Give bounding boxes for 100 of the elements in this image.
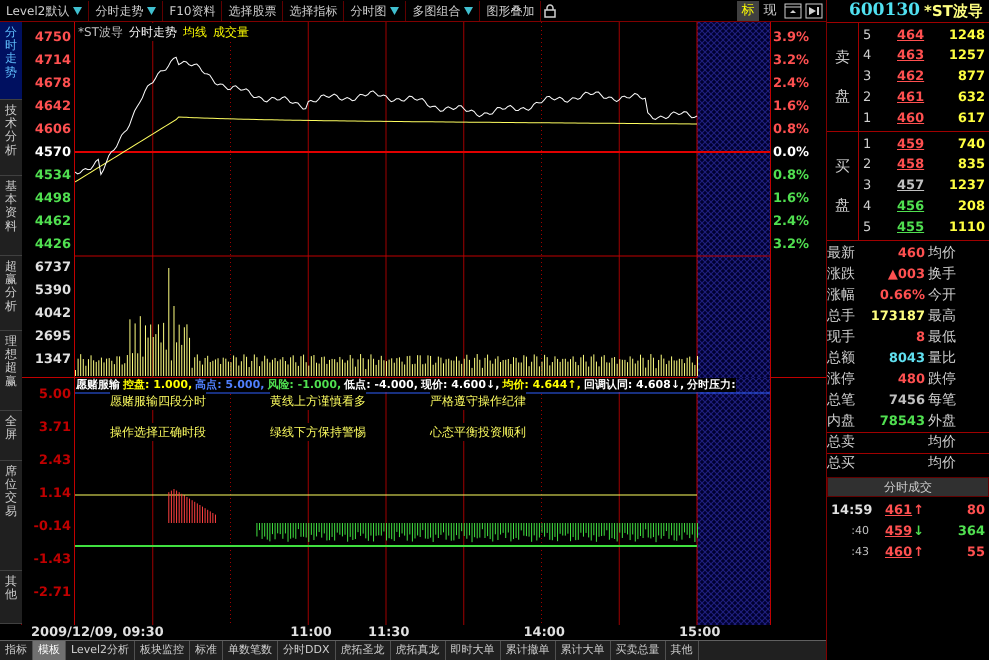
chart-title: *ST波导 — [78, 23, 123, 41]
indicator-label: -2.71 — [34, 584, 71, 602]
percent-label: 0.8% — [773, 121, 810, 139]
order-volume: 1237 — [948, 177, 985, 196]
stat-label: 最低 — [928, 328, 956, 347]
order-level: 1 — [862, 136, 872, 154]
indicator-label: 3.71 — [38, 419, 71, 437]
total-label: 均价 — [928, 454, 956, 474]
toolbar-button[interactable]: Level2默认 — [0, 0, 90, 20]
bottom-tab[interactable]: 虎拓圣龙 — [336, 641, 391, 660]
stat-label: 总笔 — [827, 390, 856, 410]
bottom-tab[interactable]: Level2分析 — [66, 641, 136, 660]
price-label: 4714 — [34, 52, 71, 70]
side-tab[interactable]: 超赢分析 — [0, 256, 22, 331]
bottom-tab[interactable]: 虎拓真龙 — [390, 641, 446, 660]
stat-label: 最高 — [928, 306, 956, 326]
mode-tab[interactable]: 标 — [737, 0, 759, 20]
percent-label: 3.9% — [773, 29, 810, 47]
tick-volume: 80 — [966, 502, 985, 520]
tick-arrow: ↓ — [913, 522, 924, 541]
bottom-tab[interactable]: 买卖总量 — [610, 641, 666, 660]
indicator-value: 控盘: 1.000, — [123, 378, 192, 392]
order-volume: 835 — [956, 156, 985, 174]
mode-tab[interactable]: 现 — [759, 0, 781, 20]
stat-value: 8 — [914, 328, 926, 347]
order-level: 4 — [862, 198, 872, 216]
strategy-note: 绿线下方保持警惕 — [270, 423, 366, 441]
bottom-tab[interactable]: 累计大单 — [556, 641, 611, 660]
toolbar-button[interactable]: 分时走势 — [89, 0, 164, 20]
toolbar-button[interactable]: 选择指标 — [283, 0, 344, 20]
price-label: 4498 — [34, 190, 71, 208]
bottom-tab[interactable]: 模板 — [33, 641, 66, 660]
stat-label: 总额 — [827, 348, 856, 368]
time-label: 11:30 — [368, 625, 410, 640]
toolbar-button[interactable]: F10资料 — [163, 0, 222, 20]
order-price: 460 — [897, 110, 926, 128]
side-tab[interactable]: 理想超赢 — [0, 331, 22, 411]
strategy-note: 愿赌服输四段分时 — [110, 392, 206, 410]
percent-label: 2.4% — [773, 213, 810, 231]
order-price: 456 — [897, 198, 926, 216]
window-icon[interactable] — [784, 2, 802, 18]
bottom-tab[interactable]: 累计撤单 — [500, 641, 556, 660]
order-level: 3 — [862, 68, 872, 86]
side-tab[interactable]: 基本资料 — [0, 176, 22, 256]
percent-label: 2.4% — [773, 75, 810, 93]
side-tab[interactable]: 席位交易 — [0, 461, 22, 571]
indicator-label: -0.14 — [34, 518, 71, 536]
time-label: 11:00 — [290, 625, 332, 640]
bottom-tab[interactable]: 单数笔数 — [223, 641, 278, 660]
volume-label: 2695 — [34, 328, 71, 346]
stat-label: 现手 — [827, 328, 856, 347]
tick-price: 459 — [885, 522, 912, 541]
percent-label: 1.6% — [773, 190, 810, 208]
bottom-tab[interactable]: 即时大单 — [446, 641, 501, 660]
stat-label: 今开 — [928, 286, 956, 305]
order-price: 463 — [897, 47, 926, 66]
volume-label: 4042 — [34, 305, 71, 323]
order-volume: 208 — [956, 198, 985, 216]
tick-time: :40 — [850, 523, 870, 540]
order-side-label: 卖盘 — [835, 46, 850, 107]
indicator-value: 分时压力: — [687, 378, 736, 392]
indicator-label: 1.14 — [38, 485, 71, 503]
side-tab[interactable]: 技术分析 — [0, 100, 22, 176]
price-label: 4426 — [34, 236, 71, 254]
price-label: 4606 — [34, 121, 71, 139]
ticks-header: 分时成交 — [827, 476, 989, 497]
stat-value: 78543 — [878, 412, 926, 431]
stat-value: 0.66% — [878, 286, 926, 305]
stat-value: 480 — [896, 370, 926, 389]
bottom-tab[interactable]: 板块监控 — [135, 641, 190, 660]
stat-value: 460 — [896, 244, 926, 263]
percent-label: 0.0% — [773, 144, 810, 162]
order-volume: 1248 — [948, 26, 985, 45]
order-level: 5 — [862, 218, 872, 237]
chart-title: 成交量 — [212, 23, 249, 41]
stat-label: 均价 — [928, 244, 956, 263]
lock-icon[interactable] — [544, 4, 556, 18]
order-level: 5 — [862, 26, 872, 45]
toolbar-button[interactable]: 图形叠加 — [480, 0, 542, 20]
stock-name: *ST波导 — [924, 0, 983, 22]
bottom-tab[interactable]: 分时DDX — [278, 641, 336, 660]
percent-label: 0.8% — [773, 167, 810, 185]
order-price: 455 — [897, 218, 926, 237]
toolbar-button[interactable]: 选择股票 — [222, 0, 284, 20]
play-end-icon[interactable] — [805, 2, 823, 18]
side-tab[interactable]: 分时走势 — [0, 22, 22, 100]
indicator-value: 均价: 4.644↑, — [502, 378, 581, 392]
toolbar-button[interactable]: 分时图 — [344, 0, 406, 20]
strategy-note: 心态平衡投资顺利 — [430, 423, 526, 441]
order-price: 462 — [897, 68, 926, 86]
volume-label: 6737 — [34, 259, 71, 277]
tick-arrow: ↑ — [913, 502, 924, 520]
side-tab[interactable]: 全屏 — [0, 411, 22, 461]
bottom-tab[interactable]: 标准 — [190, 641, 224, 660]
indicator-value: 愿赌服输 — [76, 378, 120, 392]
side-tab[interactable]: 其他 — [0, 571, 22, 624]
stat-label: 量比 — [928, 348, 956, 368]
bottom-tab[interactable]: 其他 — [666, 641, 699, 660]
tick-time: :43 — [850, 544, 870, 560]
toolbar-button[interactable]: 多图组合 — [406, 0, 480, 20]
